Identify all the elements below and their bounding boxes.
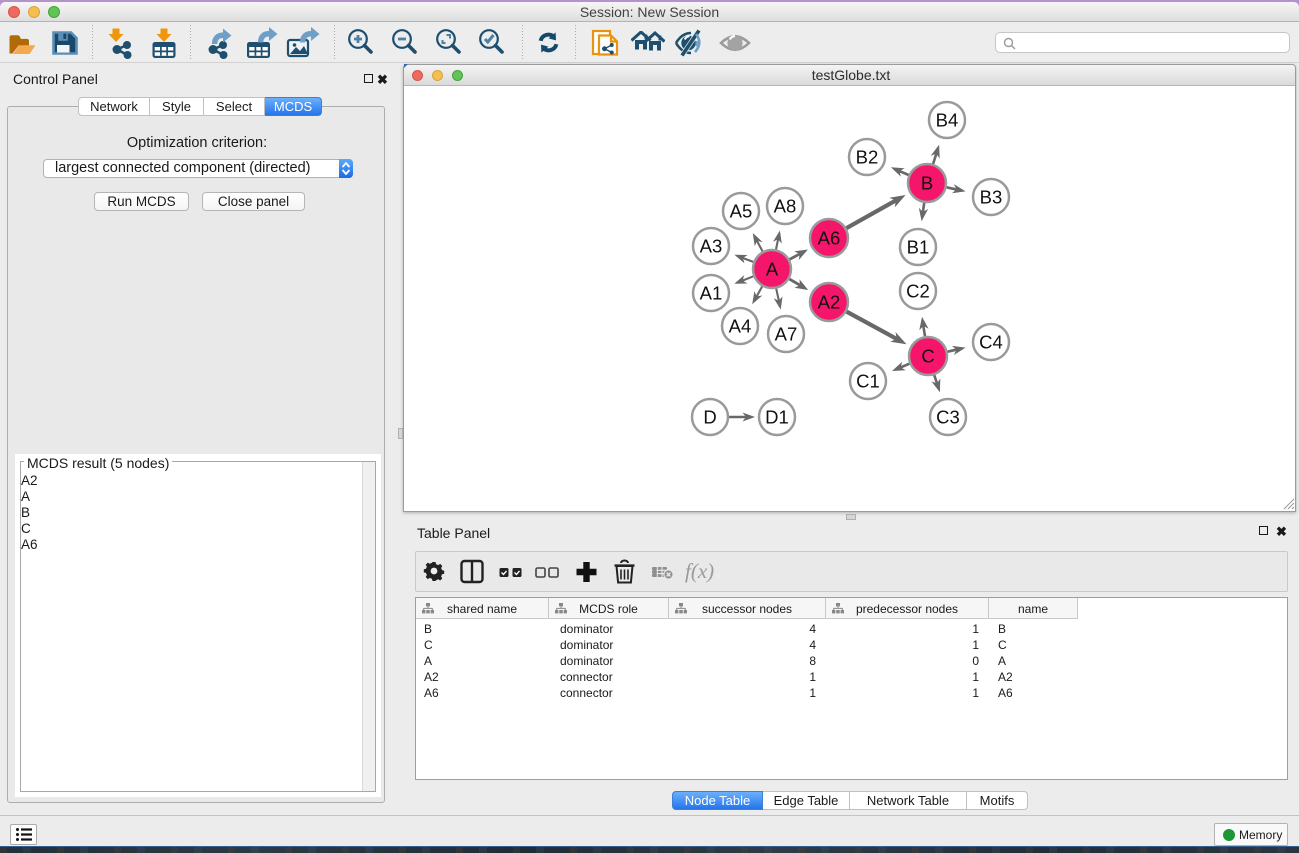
svg-text:A7: A7 bbox=[775, 324, 798, 345]
svg-text:C4: C4 bbox=[979, 332, 1003, 353]
svg-text:B1: B1 bbox=[907, 237, 930, 258]
svg-text:f(x): f(x) bbox=[685, 559, 714, 583]
svg-text:C: C bbox=[921, 346, 934, 367]
svg-text:A8: A8 bbox=[774, 196, 797, 217]
svg-text:A: A bbox=[766, 259, 779, 280]
svg-text:A5: A5 bbox=[730, 201, 753, 222]
svg-text:A4: A4 bbox=[729, 316, 752, 337]
svg-text:C3: C3 bbox=[936, 407, 960, 428]
svg-text:C1: C1 bbox=[856, 371, 880, 392]
svg-text:A1: A1 bbox=[700, 283, 723, 304]
svg-text:A2: A2 bbox=[818, 292, 841, 313]
svg-text:B3: B3 bbox=[980, 187, 1003, 208]
svg-text:A6: A6 bbox=[818, 228, 841, 249]
svg-text:D1: D1 bbox=[765, 407, 789, 428]
svg-text:B: B bbox=[921, 173, 933, 194]
svg-text:B2: B2 bbox=[856, 147, 879, 168]
svg-text:C2: C2 bbox=[906, 281, 930, 302]
svg-text:A3: A3 bbox=[700, 236, 723, 257]
svg-text:B4: B4 bbox=[936, 110, 959, 131]
svg-text:D: D bbox=[703, 407, 716, 428]
